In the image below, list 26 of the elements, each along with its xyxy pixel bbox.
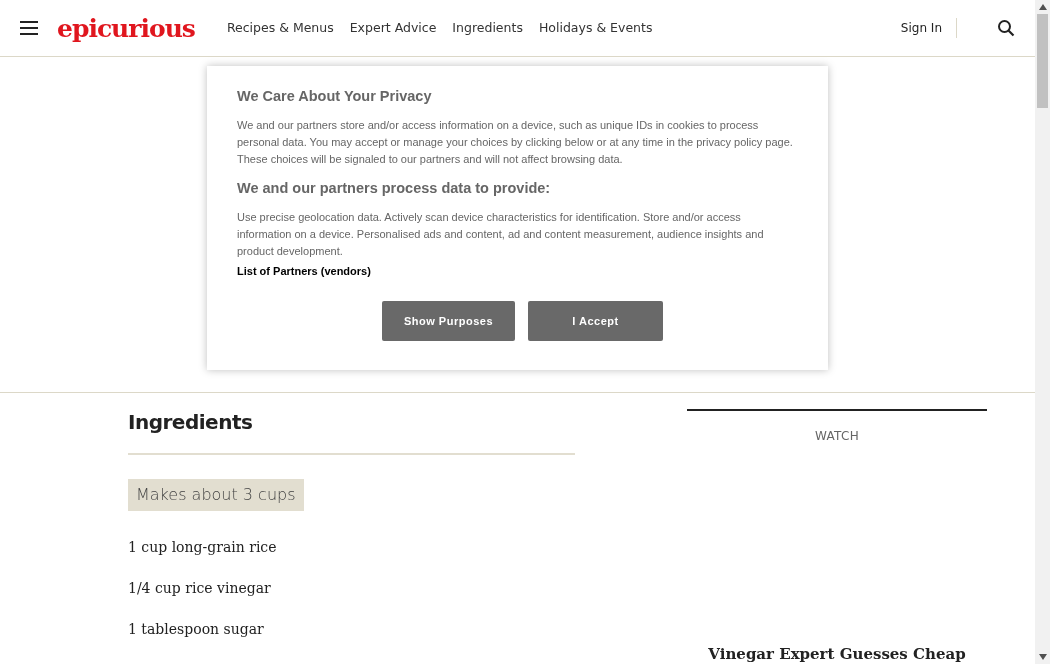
scroll-down-icon[interactable] [1038, 654, 1047, 660]
ingredient-item: 1 tablespoon sugar [128, 620, 265, 639]
partners-link[interactable]: List of Partners (vendors) [237, 262, 371, 279]
scrollbar[interactable] [1035, 0, 1050, 664]
video-title[interactable]: Vinegar Expert Guesses Cheap [708, 643, 966, 664]
nav-link[interactable]: Ingredients [452, 18, 523, 38]
sign-in-link[interactable]: Sign In [900, 19, 942, 37]
dialog-subtitle: We and our partners process data to provide: [237, 178, 552, 198]
yield-tag: Makes about 3 cups [128, 479, 304, 511]
scroll-up-icon[interactable] [1038, 4, 1047, 10]
dialog-text: Use precise geolocation data. Actively scan device characteristics for identification. Store and/or access information on a device. Personalised ads and content, ad and content measurement, audience insights and product development. [237, 209, 765, 259]
search-icon[interactable] [997, 19, 1015, 37]
nav-link[interactable]: Expert Advice [349, 18, 437, 38]
site-logo[interactable]: epicurious [57, 15, 195, 41]
dialog-text: We and our partners store and/or access information on a device, such as unique IDs in cookies to process personal data. You may accept or manage your choices by clicking below or at any time in the privacy policy page. These choices will be signaled to our partners and will not affect browsing data. [237, 117, 794, 167]
nav-link[interactable]: Recipes & Menus [226, 18, 334, 38]
ingredient-item: 1 cup long-grain rice [128, 538, 278, 557]
dialog-title: We Care About Your Privacy [237, 87, 433, 106]
watch-label: WATCH [815, 428, 859, 445]
scrollbar-thumb[interactable] [1037, 14, 1048, 108]
nav-link[interactable]: Holidays & Events [538, 18, 653, 38]
show-purposes-button[interactable]: Show Purposes [382, 301, 515, 341]
ingredient-item: 1/4 cup rice vinegar [128, 579, 272, 598]
section-heading: Ingredients [128, 409, 254, 436]
accept-button[interactable]: I Accept [528, 301, 663, 341]
menu-icon[interactable] [20, 21, 38, 35]
